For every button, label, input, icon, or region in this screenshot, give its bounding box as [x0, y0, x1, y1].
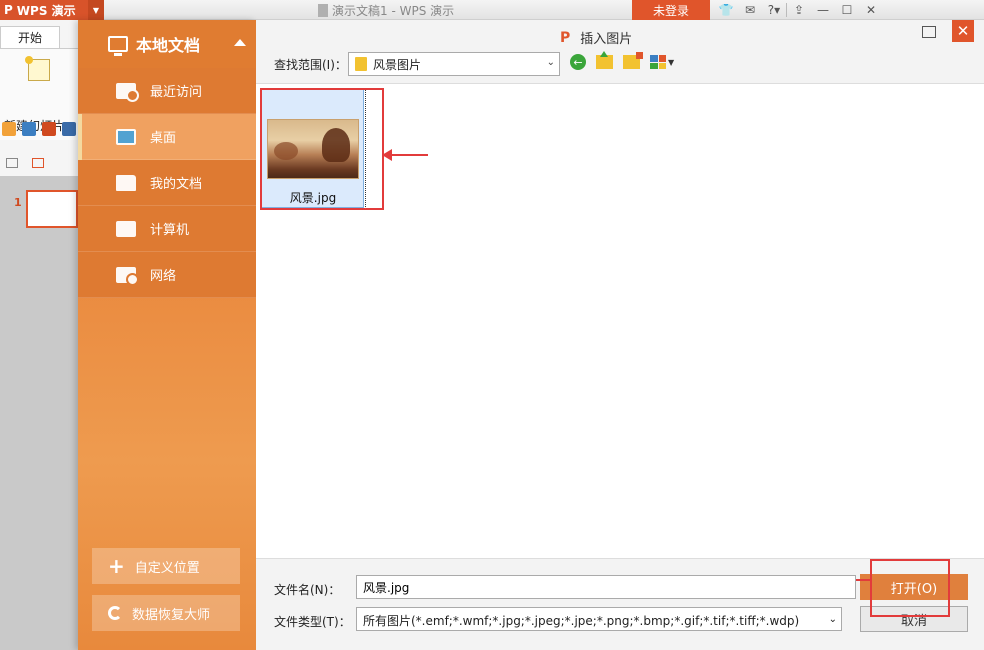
chevron-down-icon: ⌄ [828, 614, 837, 625]
network-icon [116, 266, 139, 286]
slide-thumbnail[interactable] [26, 190, 78, 228]
sidebar-item-network[interactable]: 网络 [78, 252, 256, 298]
chevron-down-icon[interactable]: ▼ [88, 0, 104, 20]
print-icon[interactable] [62, 122, 76, 136]
annotation-arrow [856, 579, 870, 581]
sidebar-item-desktop[interactable]: 桌面 [78, 114, 256, 160]
plus-icon: + [108, 554, 125, 578]
quick-access-toolbar [0, 122, 76, 136]
outline-view-icon[interactable] [6, 158, 18, 168]
sidebar-header: 本地文档 [78, 20, 256, 68]
save-icon[interactable] [22, 122, 36, 136]
chevron-down-icon: ⌄ [546, 57, 555, 68]
annotation-arrow [382, 149, 428, 161]
maximize-icon[interactable]: ☐ [835, 0, 859, 20]
dialog-footer: 文件名(N)： 文件类型(T)： 所有图片(*.emf;*.wmf;*.jpg;… [256, 558, 984, 650]
filename-input[interactable] [356, 575, 856, 599]
view-menu-icon[interactable] [650, 55, 666, 69]
view-toggle [6, 158, 44, 168]
document-icon [318, 4, 328, 17]
tab-start[interactable]: 开始 [0, 26, 60, 48]
document-title: 演示文稿1 - WPS 演示 [318, 2, 454, 19]
login-button[interactable]: 未登录 [632, 0, 710, 20]
annotation-highlight [260, 88, 384, 210]
chevron-down-icon[interactable]: ▼ [668, 58, 674, 67]
recent-icon [116, 82, 139, 102]
folder-icon [355, 57, 367, 71]
file-list: 风景.jpg [256, 84, 984, 558]
sidebar-item-computer[interactable]: 计算机 [78, 206, 256, 252]
app-name: WPS 演示 [16, 3, 76, 18]
sidebar-item-recent[interactable]: 最近访问 [78, 68, 256, 114]
insert-picture-dialog: P 插入图片 ✕ 查找范围(I)： 风景图片 ⌄ ← ▼ 风景.jpg 文件名(… [256, 20, 984, 650]
up-folder-icon[interactable] [596, 51, 613, 69]
shirt-icon[interactable]: 👕 [714, 0, 738, 20]
maximize-icon[interactable] [922, 26, 936, 38]
lookin-dropdown[interactable]: 风景图片 ⌄ [348, 52, 560, 76]
window-controls: 👕 ✉ ?▾ ⇪ — ☐ ✕ [714, 0, 883, 20]
export-pdf-icon[interactable] [42, 122, 56, 136]
location-sidebar: 本地文档 最近访问 桌面 我的文档 计算机 网络 + 自定义位置 数据恢复大师 [78, 20, 256, 650]
close-icon[interactable]: ✕ [952, 20, 974, 42]
filetype-label: 文件类型(T)： [274, 615, 351, 629]
minimize-icon[interactable]: — [811, 0, 835, 20]
data-recovery-button[interactable]: 数据恢复大师 [92, 595, 240, 631]
new-folder-icon[interactable] [623, 52, 643, 69]
help-icon[interactable]: ?▾ [762, 0, 786, 20]
wps-p-icon: P [560, 29, 571, 46]
filetype-dropdown[interactable]: 所有图片(*.emf;*.wmf;*.jpg;*.jpeg;*.jpe;*.pn… [356, 607, 842, 631]
chat-icon[interactable]: ✉ [738, 0, 762, 20]
collapse-icon[interactable] [234, 39, 246, 46]
wps-logo-icon: P [4, 3, 13, 17]
app-title-bar: P WPS 演示 ▼ 演示文稿1 - WPS 演示 未登录 👕 ✉ ?▾ ⇪ —… [0, 0, 984, 20]
open-icon[interactable] [2, 122, 16, 136]
slide-view-icon[interactable] [32, 158, 44, 168]
recovery-icon [108, 606, 122, 620]
upload-icon[interactable]: ⇪ [787, 0, 811, 20]
slide-number: 1 [14, 196, 22, 209]
ribbon-panel: 开始 新建幻灯片 ▾ 1 [0, 20, 78, 650]
sidebar-item-documents[interactable]: 我的文档 [78, 160, 256, 206]
desktop-icon [116, 128, 136, 145]
wps-menu-button[interactable]: P WPS 演示 ▼ [0, 0, 104, 20]
back-icon[interactable]: ← [570, 54, 586, 70]
folder-icon [116, 174, 136, 191]
navigation-toolbar: ← ▼ [570, 51, 674, 70]
custom-location-button[interactable]: + 自定义位置 [92, 548, 240, 584]
lookin-label: 查找范围(I)： [274, 58, 347, 72]
annotation-highlight [870, 559, 950, 617]
slide-thumbnail-panel: 1 [0, 176, 78, 650]
computer-icon [116, 220, 136, 237]
close-icon[interactable]: ✕ [859, 0, 883, 20]
new-slide-icon[interactable] [25, 56, 50, 81]
dialog-title: P 插入图片 [560, 29, 633, 48]
monitor-icon [108, 36, 128, 56]
filename-label: 文件名(N)： [274, 583, 341, 597]
dialog-header: P 插入图片 ✕ 查找范围(I)： 风景图片 ⌄ ← ▼ [256, 20, 984, 84]
